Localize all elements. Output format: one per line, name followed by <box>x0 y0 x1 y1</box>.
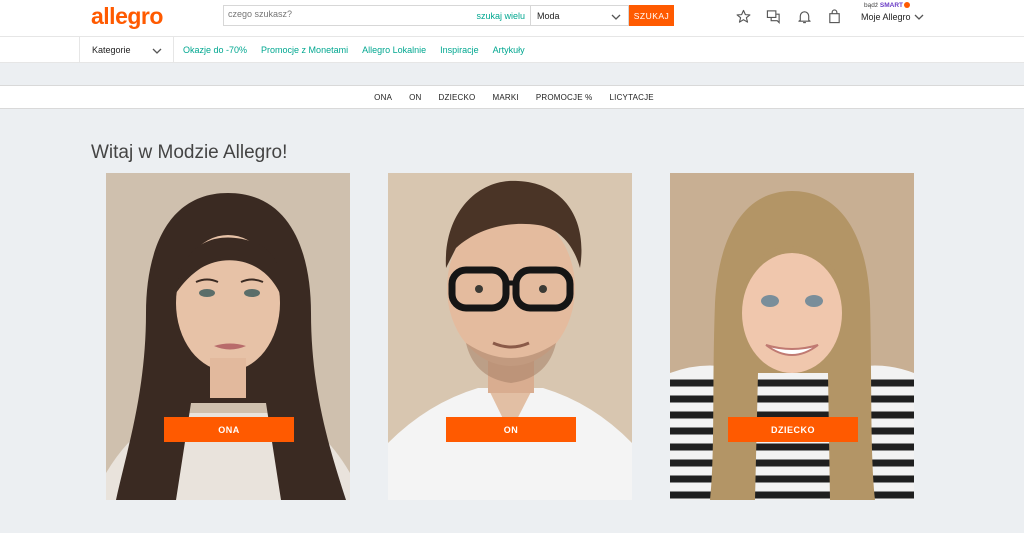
dziecko-button[interactable]: DZIECKO <box>728 417 858 442</box>
nav-link-inspirations[interactable]: Inspiracje <box>440 45 479 55</box>
top-header: allegro szukaj wielu Moda SZUKAJ bądź SM… <box>0 0 1024 36</box>
category-card-on[interactable]: ON <box>388 173 632 500</box>
category-select[interactable]: Moda <box>530 5 629 26</box>
search-box: szukaj wielu <box>223 5 530 26</box>
cart-icon[interactable] <box>826 8 842 24</box>
categories-button[interactable]: Kategorie <box>79 37 174 63</box>
category-select-value: Moda <box>537 11 560 21</box>
category-link-dziecko[interactable]: DZIECKO <box>439 93 476 102</box>
allegro-logo[interactable]: allegro <box>91 3 163 30</box>
ona-button[interactable]: ONA <box>164 417 294 442</box>
nav-bar: Kategorie Okazje do -70% Promocje z Mone… <box>0 36 1024 63</box>
man-portrait-image <box>388 173 632 500</box>
nav-link-coin-promos[interactable]: Promocje z Monetami <box>261 45 348 55</box>
category-link-licytacje[interactable]: LICYTACJE <box>610 93 654 102</box>
category-link-on[interactable]: ON <box>409 93 421 102</box>
categories-label: Kategorie <box>92 45 131 55</box>
search-button[interactable]: SZUKAJ <box>629 5 674 26</box>
my-allegro-menu[interactable]: Moje Allegro <box>861 12 911 22</box>
smart-dot-icon <box>904 2 911 8</box>
smart-prefix: bądź <box>864 2 879 9</box>
smart-badge[interactable]: bądź SMART <box>864 2 911 9</box>
category-link-marki[interactable]: MARKI <box>492 93 518 102</box>
chevron-down-icon <box>610 10 622 28</box>
fashion-category-links: ONA ON DZIECKO MARKI PROMOCJE % LICYTACJ… <box>0 93 1024 102</box>
nav-link-deals[interactable]: Okazje do -70% <box>183 45 247 55</box>
nav-link-articles[interactable]: Artykuły <box>493 45 525 55</box>
category-card-dziecko[interactable]: DZIECKO <box>670 173 914 500</box>
search-input[interactable] <box>228 9 468 19</box>
chevron-down-icon[interactable] <box>913 10 925 28</box>
on-button[interactable]: ON <box>446 417 576 442</box>
fashion-category-bar: ONA ON DZIECKO MARKI PROMOCJE % LICYTACJ… <box>0 85 1024 109</box>
category-link-promocje[interactable]: PROMOCJE % <box>536 93 593 102</box>
nav-links: Okazje do -70% Promocje z Monetami Alleg… <box>183 45 525 55</box>
category-card-ona[interactable]: ONA <box>106 173 350 500</box>
bell-icon[interactable] <box>796 8 812 24</box>
page-title: Witaj w Modzie Allegro! <box>91 142 288 163</box>
child-portrait-image <box>670 173 914 500</box>
nav-link-allegro-lokalnie[interactable]: Allegro Lokalnie <box>362 45 426 55</box>
woman-portrait-image <box>106 173 350 500</box>
star-icon[interactable] <box>735 8 751 24</box>
search-many-link[interactable]: szukaj wielu <box>476 11 525 21</box>
messages-icon[interactable] <box>765 8 781 24</box>
smart-brand: SMART <box>879 2 904 9</box>
chevron-down-icon <box>151 44 163 62</box>
category-link-ona[interactable]: ONA <box>374 93 392 102</box>
